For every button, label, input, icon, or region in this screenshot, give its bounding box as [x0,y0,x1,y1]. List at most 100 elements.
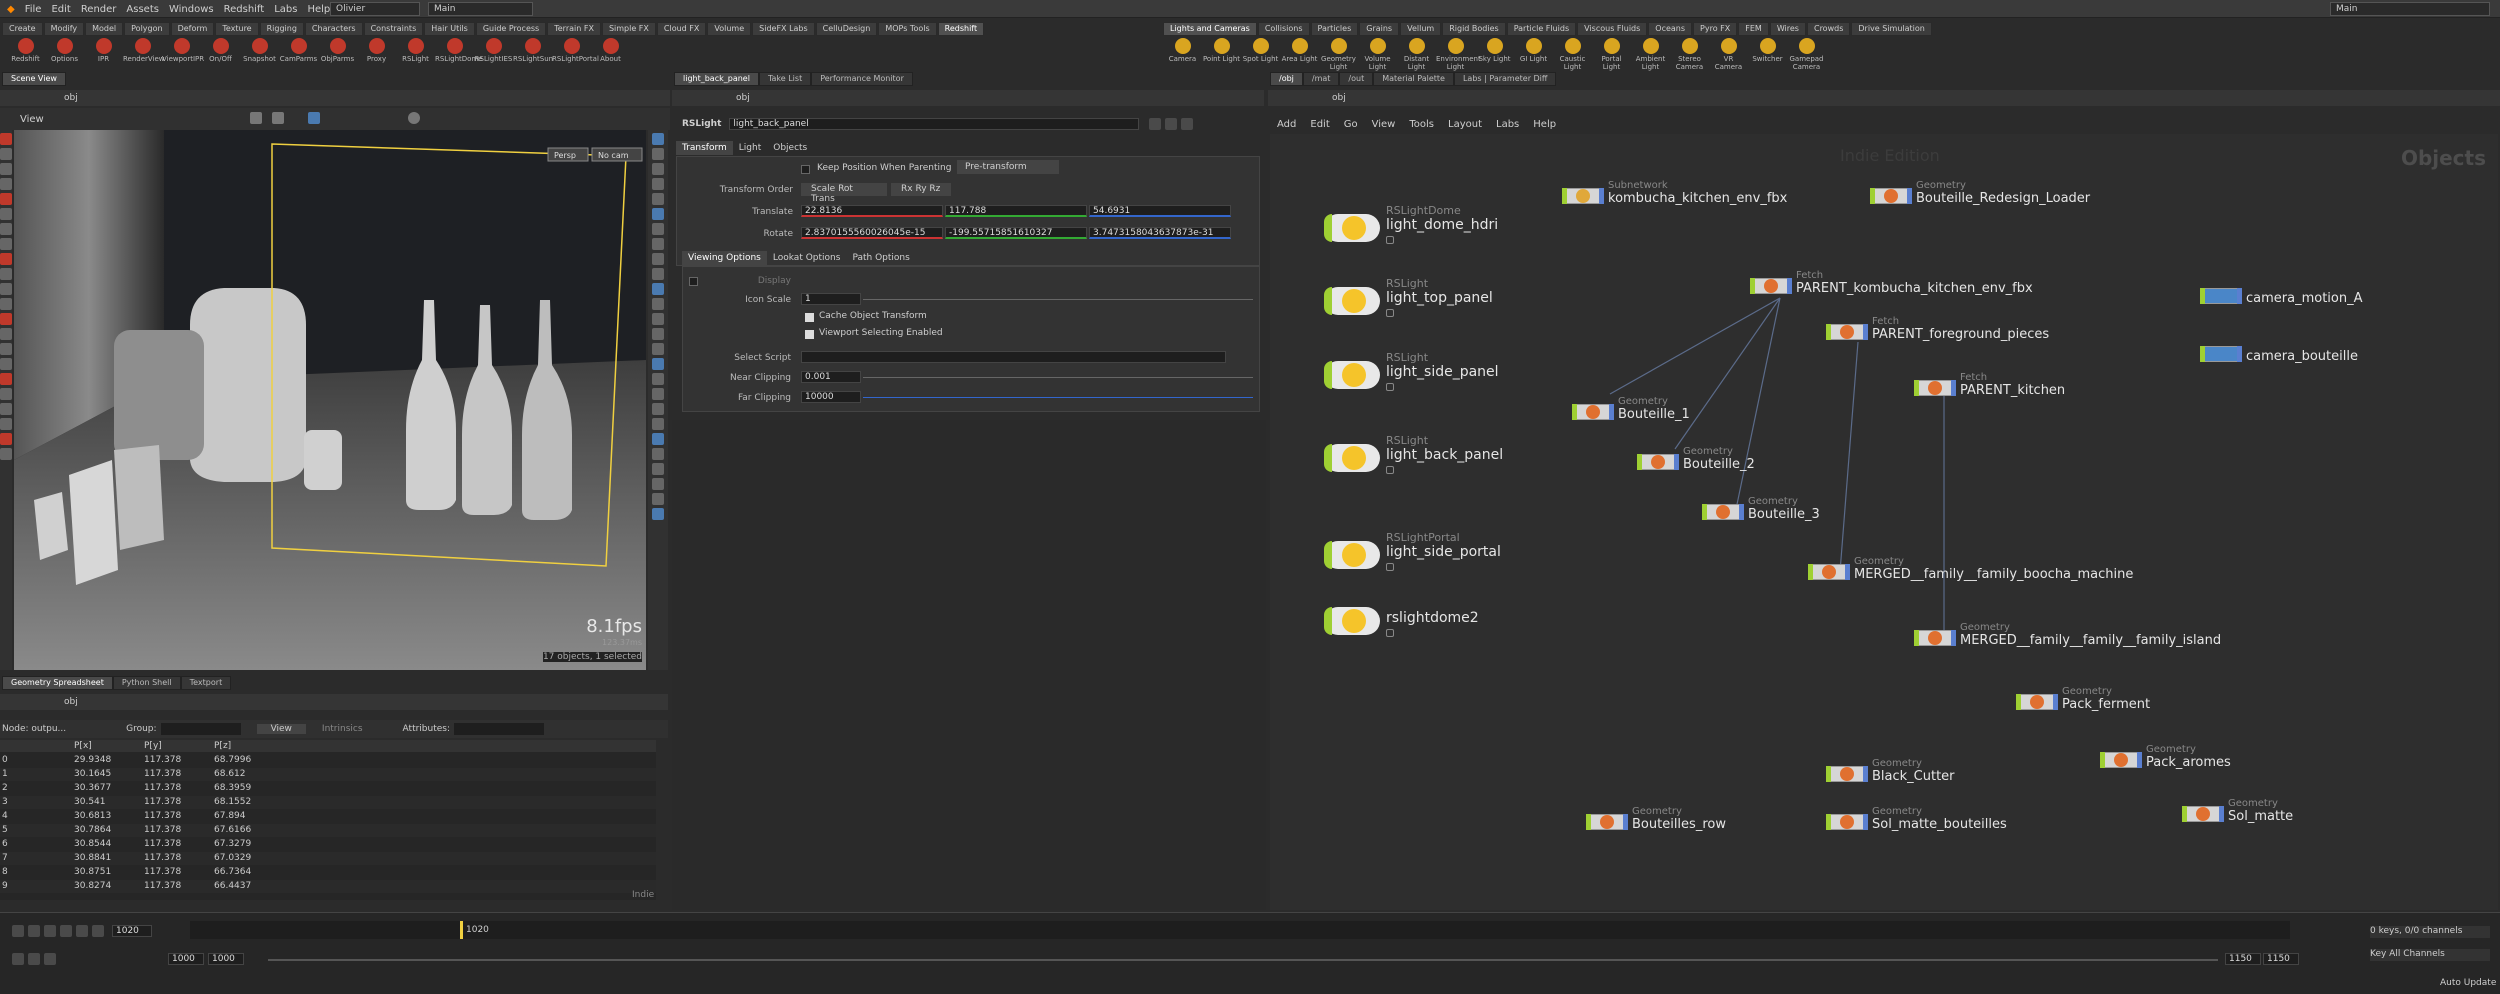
left-tool-icon[interactable] [0,148,12,160]
render-flag[interactable] [1863,324,1868,340]
tab-take-list[interactable]: Take List [758,72,812,86]
right-tool-icon[interactable] [652,148,664,160]
right-tool-icon[interactable] [652,388,664,400]
right-tool-icon[interactable] [652,178,664,190]
intrinsics-label[interactable]: Intrinsics [322,724,363,734]
lighting-icon[interactable] [408,112,420,124]
shelf-tab-mops-tools[interactable]: MOPs Tools [878,22,937,36]
tab-geometry-spreadsheet[interactable]: Geometry Spreadsheet [2,676,113,690]
camera-icon[interactable] [250,112,262,124]
lock-icon[interactable] [1386,466,1394,474]
node-name-field[interactable]: light_back_panel [729,118,1140,130]
right-tool-icon[interactable] [652,373,664,385]
shelf-tab-texture[interactable]: Texture [215,22,259,36]
shelf-tool-point-light[interactable]: Point Light [1202,36,1241,70]
shelf-tool-stereo-camera[interactable]: Stereo Camera [1670,36,1709,71]
left-tool-icon[interactable] [0,268,12,280]
network-menu-help[interactable]: Help [1526,119,1563,130]
table-row[interactable]: 5 30.7864 117.378 67.6166 [0,824,656,837]
shelf-tool-volume-light[interactable]: Volume Light [1358,36,1397,71]
display-flag[interactable] [1826,766,1831,782]
shelf-tab-viscous-fluids[interactable]: Viscous Fluids [1577,22,1648,36]
left-tool-icon[interactable] [0,298,12,310]
select-script-field[interactable] [801,351,1226,363]
display-flag[interactable] [2200,288,2205,304]
render-flag[interactable] [1951,380,1956,396]
left-tool-icon[interactable] [0,403,12,415]
network-path[interactable]: obj [1332,93,1346,103]
shelf-tab-cloud-fx[interactable]: Cloud FX [656,22,707,36]
spreadsheet-column-header[interactable]: P[z] [214,741,231,751]
left-tool-icon[interactable] [0,283,12,295]
left-tool-icon[interactable] [0,448,12,460]
menu-redshift[interactable]: Redshift [219,4,270,15]
shelf-tab-deform[interactable]: Deform [170,22,215,36]
shelf-tool-ambient-light[interactable]: Ambient Light [1631,36,1670,71]
display-flag[interactable] [1750,278,1755,294]
grid-icon[interactable] [308,112,320,124]
render-flag[interactable] [1609,404,1614,420]
lock-icon[interactable] [1386,563,1394,571]
rotate-x-field[interactable]: 2.8370155560026045e-15 [801,227,943,239]
menu-edit[interactable]: Edit [46,4,75,15]
shelf-tab-particle-fluids[interactable]: Particle Fluids [1506,22,1577,36]
render-flag[interactable] [2137,752,2142,768]
table-row[interactable]: 8 30.8751 117.378 66.7364 [0,866,656,879]
tab-params[interactable]: light_back_panel [674,72,759,86]
timeline-bar[interactable]: 1020 [190,921,2290,939]
shelf-tool-viewportipr[interactable]: ViewportIPR [162,36,204,70]
right-tool-icon[interactable] [652,313,664,325]
right-tool-icon[interactable] [652,223,664,235]
render-flag[interactable] [1739,504,1744,520]
shelf-tab-grains[interactable]: Grains [1359,22,1400,36]
right-tool-icon[interactable] [652,343,664,355]
render-flag[interactable] [1907,188,1912,204]
display-flag[interactable] [1324,287,1332,315]
display-icon[interactable] [272,112,284,124]
display-flag[interactable] [1808,564,1813,580]
shelf-tool-gamepad-camera[interactable]: Gamepad Camera [1787,36,1826,71]
left-tool-icon[interactable] [0,133,12,145]
network-tab-labs-parameter-diff[interactable]: Labs | Parameter Diff [1453,72,1557,86]
desktop-select[interactable]: Olivier [330,2,420,16]
play-icon[interactable] [60,925,72,937]
display-flag[interactable] [1324,607,1332,635]
display-flag[interactable] [1324,361,1332,389]
shelf-tab-volume[interactable]: Volume [707,22,752,36]
context-select[interactable]: Main [428,2,533,16]
shelf-tool-environment-light[interactable]: Environment Light [1436,36,1481,71]
display-flag[interactable] [1637,454,1642,470]
shelf-tool-objparms[interactable]: ObjParms [318,36,357,70]
tab-viewing-options[interactable]: Viewing Options [682,251,767,265]
display-flag[interactable] [2100,752,2105,768]
table-row[interactable]: 3 30.541 117.378 68.1552 [0,796,656,809]
left-tool-icon[interactable] [0,178,12,190]
shelf-tab-celludesign[interactable]: CelluDesign [815,22,878,36]
transform-order-select[interactable]: Scale Rot Trans [801,183,887,204]
left-tool-icon[interactable] [0,253,12,265]
tab-lookat-options[interactable]: Lookat Options [767,251,847,265]
left-tool-icon[interactable] [0,163,12,175]
right-tool-icon[interactable] [652,493,664,505]
shelf-tool-on-off[interactable]: On/Off [201,36,240,70]
shelf-tab-hair-utils[interactable]: Hair Utils [424,22,475,36]
network-canvas[interactable]: Indie Edition Objects RSLightDome light_d… [1270,134,2498,910]
display-flag[interactable] [2200,346,2205,362]
shelf-tool-gi-light[interactable]: GI Light [1514,36,1553,70]
loop-icon[interactable] [28,953,40,965]
shelf-tab-lights-and-cameras[interactable]: Lights and Cameras [1163,22,1257,36]
display-flag[interactable] [1914,630,1919,646]
network-menu-go[interactable]: Go [1337,119,1365,130]
network-tab-mat[interactable]: /mat [1302,72,1340,86]
near-clip-slider[interactable] [863,377,1253,378]
shelf-tool-options[interactable]: Options [45,36,84,70]
right-tool-icon[interactable] [652,298,664,310]
network-menu-layout[interactable]: Layout [1441,119,1489,130]
display-flag[interactable] [1324,444,1332,472]
shelf-tool-area-light[interactable]: Area Light [1280,36,1319,70]
shelf-tool-ipr[interactable]: IPR [84,36,123,70]
viewport-3d[interactable]: Persp No cam 8.1fps 123.37ms 17 objects,… [14,130,646,670]
display-flag[interactable] [1324,214,1332,242]
render-flag[interactable] [2237,288,2242,304]
shelf-tab-polygon[interactable]: Polygon [124,22,170,36]
